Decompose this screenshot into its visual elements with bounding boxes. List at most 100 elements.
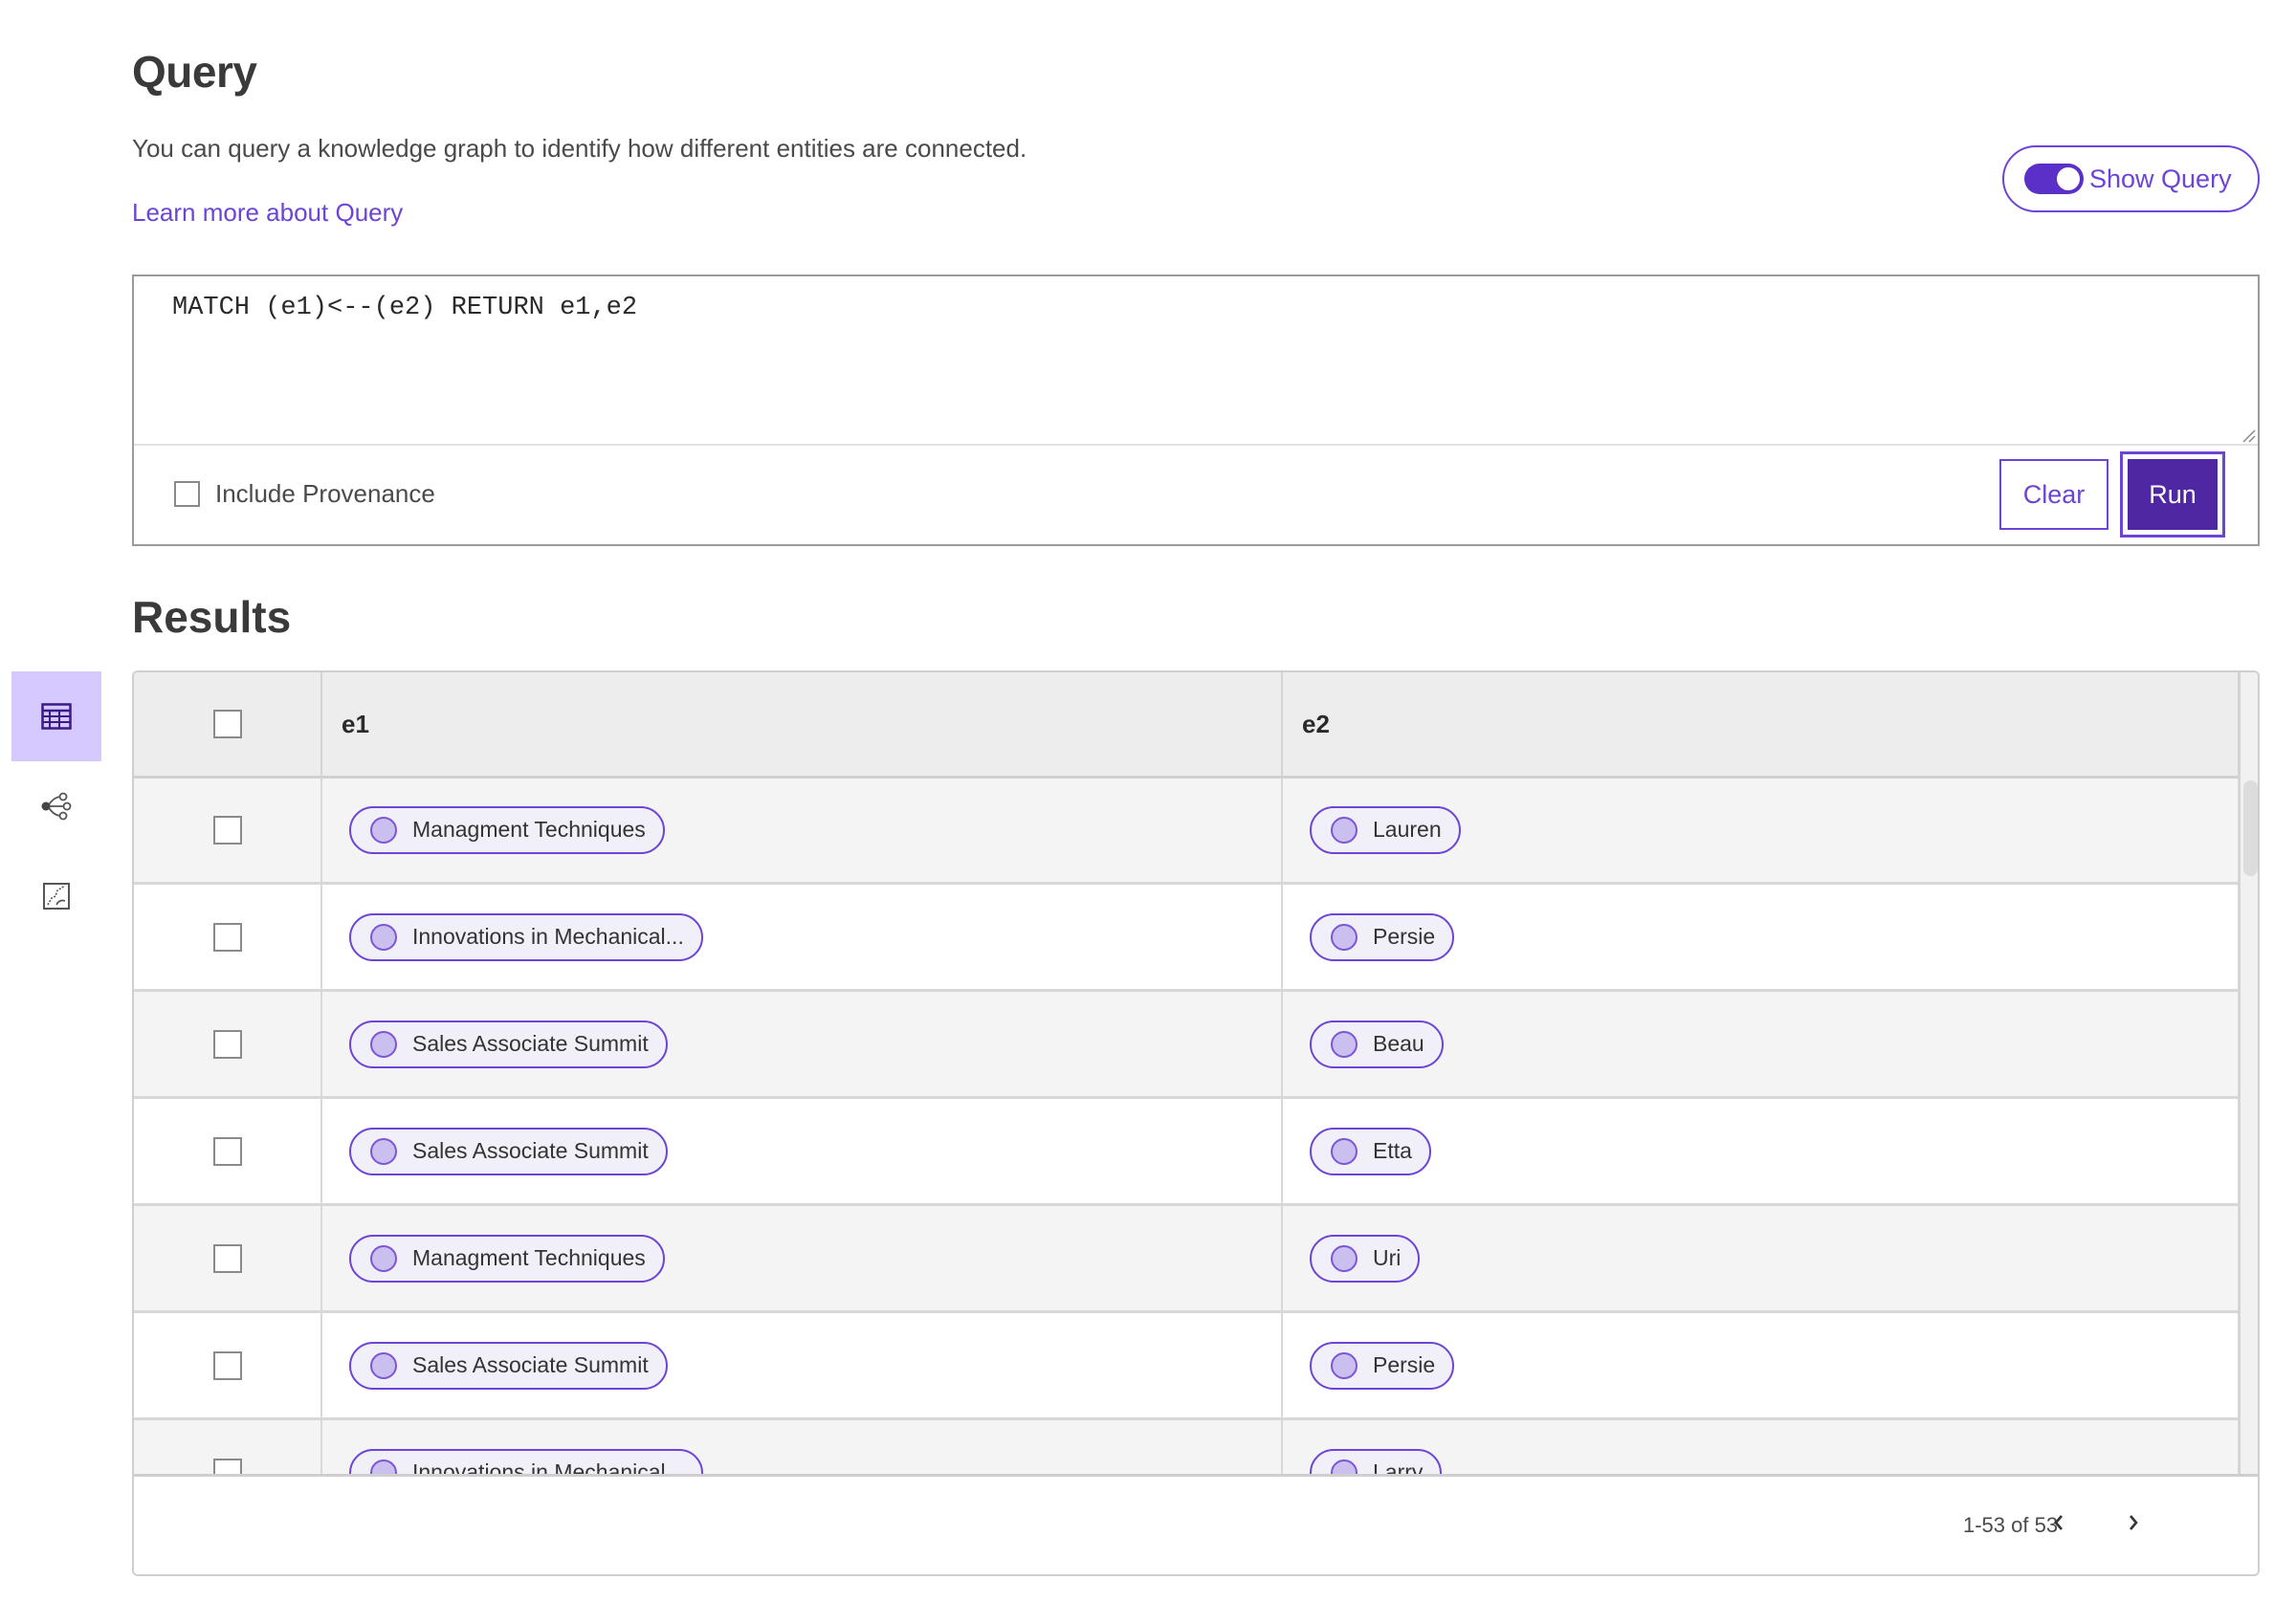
entity-node-icon xyxy=(370,1137,397,1165)
previous-page-button[interactable] xyxy=(2040,1503,2078,1546)
table-row[interactable]: Sales Associate Summit Persie xyxy=(134,1313,2239,1420)
page-title: Query xyxy=(132,47,257,97)
learn-more-link[interactable]: Learn more about Query xyxy=(132,198,403,228)
entity-label: Uri xyxy=(1373,1245,1402,1270)
entity-node-icon xyxy=(1331,1137,1358,1165)
cell-e1: Managment Techniques xyxy=(322,779,1283,882)
entity-pill[interactable]: Beau xyxy=(1310,1020,1444,1068)
entity-pill[interactable]: Etta xyxy=(1310,1127,1431,1175)
toggle-switch[interactable] xyxy=(2024,164,2084,194)
row-select-cell xyxy=(134,1099,322,1203)
chevron-left-icon xyxy=(2052,1513,2065,1537)
row-checkbox[interactable] xyxy=(212,1029,242,1059)
table-icon xyxy=(41,703,72,730)
header-select-cell xyxy=(134,672,322,776)
entity-node-icon xyxy=(370,1030,397,1058)
entity-label: Beau xyxy=(1373,1031,1424,1056)
entity-pill[interactable]: Managment Techniques xyxy=(349,1234,665,1283)
entity-label: Lauren xyxy=(1373,817,1442,842)
page-description: You can query a knowledge graph to ident… xyxy=(132,134,1027,163)
query-input[interactable] xyxy=(134,276,2258,445)
query-editor: Include Provenance Clear Run xyxy=(132,274,2260,546)
run-button[interactable]: Run xyxy=(2120,451,2225,538)
sidebar-item-chart-view[interactable] xyxy=(11,851,101,941)
table-row[interactable]: Sales Associate Summit Beau xyxy=(134,992,2239,1099)
cell-e2: Etta xyxy=(1283,1099,2239,1203)
cell-e2: Persie xyxy=(1283,1313,2239,1417)
entity-pill[interactable]: Innovations in Mechanical... xyxy=(349,1448,703,1474)
entity-label: Sales Associate Summit xyxy=(412,1031,649,1056)
include-provenance-label: Include Provenance xyxy=(215,479,435,508)
entity-label: Larry xyxy=(1373,1459,1424,1474)
cell-e1: Sales Associate Summit xyxy=(322,992,1283,1096)
cell-e2: Persie xyxy=(1283,885,2239,989)
table-footer: 1-53 of 53 xyxy=(134,1474,2258,1574)
cell-e1: Sales Associate Summit xyxy=(322,1099,1283,1203)
cell-e2: Larry xyxy=(1283,1420,2239,1474)
entity-node-icon xyxy=(1331,1459,1358,1474)
row-checkbox[interactable] xyxy=(212,1350,242,1380)
clear-button[interactable]: Clear xyxy=(1999,459,2108,530)
editor-divider xyxy=(134,444,2258,446)
results-table: e1 e2 Managment Techniques Lauren Innovati… xyxy=(132,670,2260,1576)
include-provenance-checkbox[interactable]: Include Provenance xyxy=(174,479,435,509)
resize-handle-icon[interactable] xyxy=(2239,426,2256,443)
scrollbar-thumb[interactable] xyxy=(2243,780,2258,876)
entity-label: Innovations in Mechanical... xyxy=(412,924,684,949)
row-checkbox[interactable] xyxy=(212,1136,242,1166)
cell-e1: Innovations in Mechanical... xyxy=(322,1420,1283,1474)
sidebar-item-graph-view[interactable] xyxy=(11,761,101,851)
cell-e2: Beau xyxy=(1283,992,2239,1096)
row-checkbox[interactable] xyxy=(212,1243,242,1273)
graph-nodes-icon xyxy=(40,792,73,821)
entity-label: Innovations in Mechanical... xyxy=(412,1459,684,1474)
table-row[interactable]: Sales Associate Summit Etta xyxy=(134,1099,2239,1206)
entity-label: Persie xyxy=(1373,924,1436,949)
sidebar-item-table-view[interactable] xyxy=(11,671,101,761)
entity-pill[interactable]: Sales Associate Summit xyxy=(349,1341,668,1390)
cell-e1: Sales Associate Summit xyxy=(322,1313,1283,1417)
table-row[interactable]: Innovations in Mechanical... Larry xyxy=(134,1420,2239,1474)
next-page-button[interactable] xyxy=(2114,1503,2152,1546)
column-header-e2[interactable]: e2 xyxy=(1283,672,2240,776)
show-query-toggle[interactable]: Show Query xyxy=(2002,145,2260,212)
chevron-right-icon xyxy=(2127,1513,2140,1537)
entity-pill[interactable]: Managment Techniques xyxy=(349,805,665,854)
entity-pill[interactable]: Sales Associate Summit xyxy=(349,1020,668,1068)
view-sidebar xyxy=(11,671,101,941)
entity-pill[interactable]: Lauren xyxy=(1310,805,1461,854)
results-title: Results xyxy=(132,592,292,642)
row-checkbox[interactable] xyxy=(212,815,242,845)
entity-label: Sales Associate Summit xyxy=(412,1138,649,1163)
entity-label: Etta xyxy=(1373,1138,1412,1163)
table-row[interactable]: Managment Techniques Lauren xyxy=(134,779,2239,885)
column-header-e1[interactable]: e1 xyxy=(322,672,1283,776)
table-row[interactable]: Innovations in Mechanical... Persie xyxy=(134,885,2239,992)
entity-node-icon xyxy=(1331,816,1358,844)
row-checkbox[interactable] xyxy=(212,922,242,952)
row-select-cell xyxy=(134,992,322,1096)
entity-label: Sales Associate Summit xyxy=(412,1352,649,1377)
entity-pill[interactable]: Persie xyxy=(1310,912,1455,961)
table-row[interactable]: Managment Techniques Uri xyxy=(134,1206,2239,1313)
row-select-cell xyxy=(134,1420,322,1474)
select-all-checkbox[interactable] xyxy=(212,710,242,738)
table-scrollbar[interactable] xyxy=(2239,672,2258,1474)
toggle-knob xyxy=(2057,167,2080,190)
table-header: e1 e2 xyxy=(134,672,2240,779)
entity-label: Persie xyxy=(1373,1352,1436,1377)
entity-node-icon xyxy=(370,923,397,951)
entity-pill[interactable]: Larry xyxy=(1310,1448,1443,1474)
entity-pill[interactable]: Innovations in Mechanical... xyxy=(349,912,703,961)
row-select-cell xyxy=(134,1206,322,1310)
entity-node-icon xyxy=(370,1244,397,1272)
entity-pill[interactable]: Sales Associate Summit xyxy=(349,1127,668,1175)
row-checkbox[interactable] xyxy=(212,1458,242,1474)
entity-pill[interactable]: Uri xyxy=(1310,1234,1421,1283)
entity-pill[interactable]: Persie xyxy=(1310,1341,1455,1390)
show-query-label: Show Query xyxy=(2089,164,2232,193)
entity-node-icon xyxy=(1331,1244,1358,1272)
scatter-chart-icon xyxy=(42,882,71,911)
checkbox-box[interactable] xyxy=(174,481,200,507)
entity-node-icon xyxy=(1331,923,1358,951)
